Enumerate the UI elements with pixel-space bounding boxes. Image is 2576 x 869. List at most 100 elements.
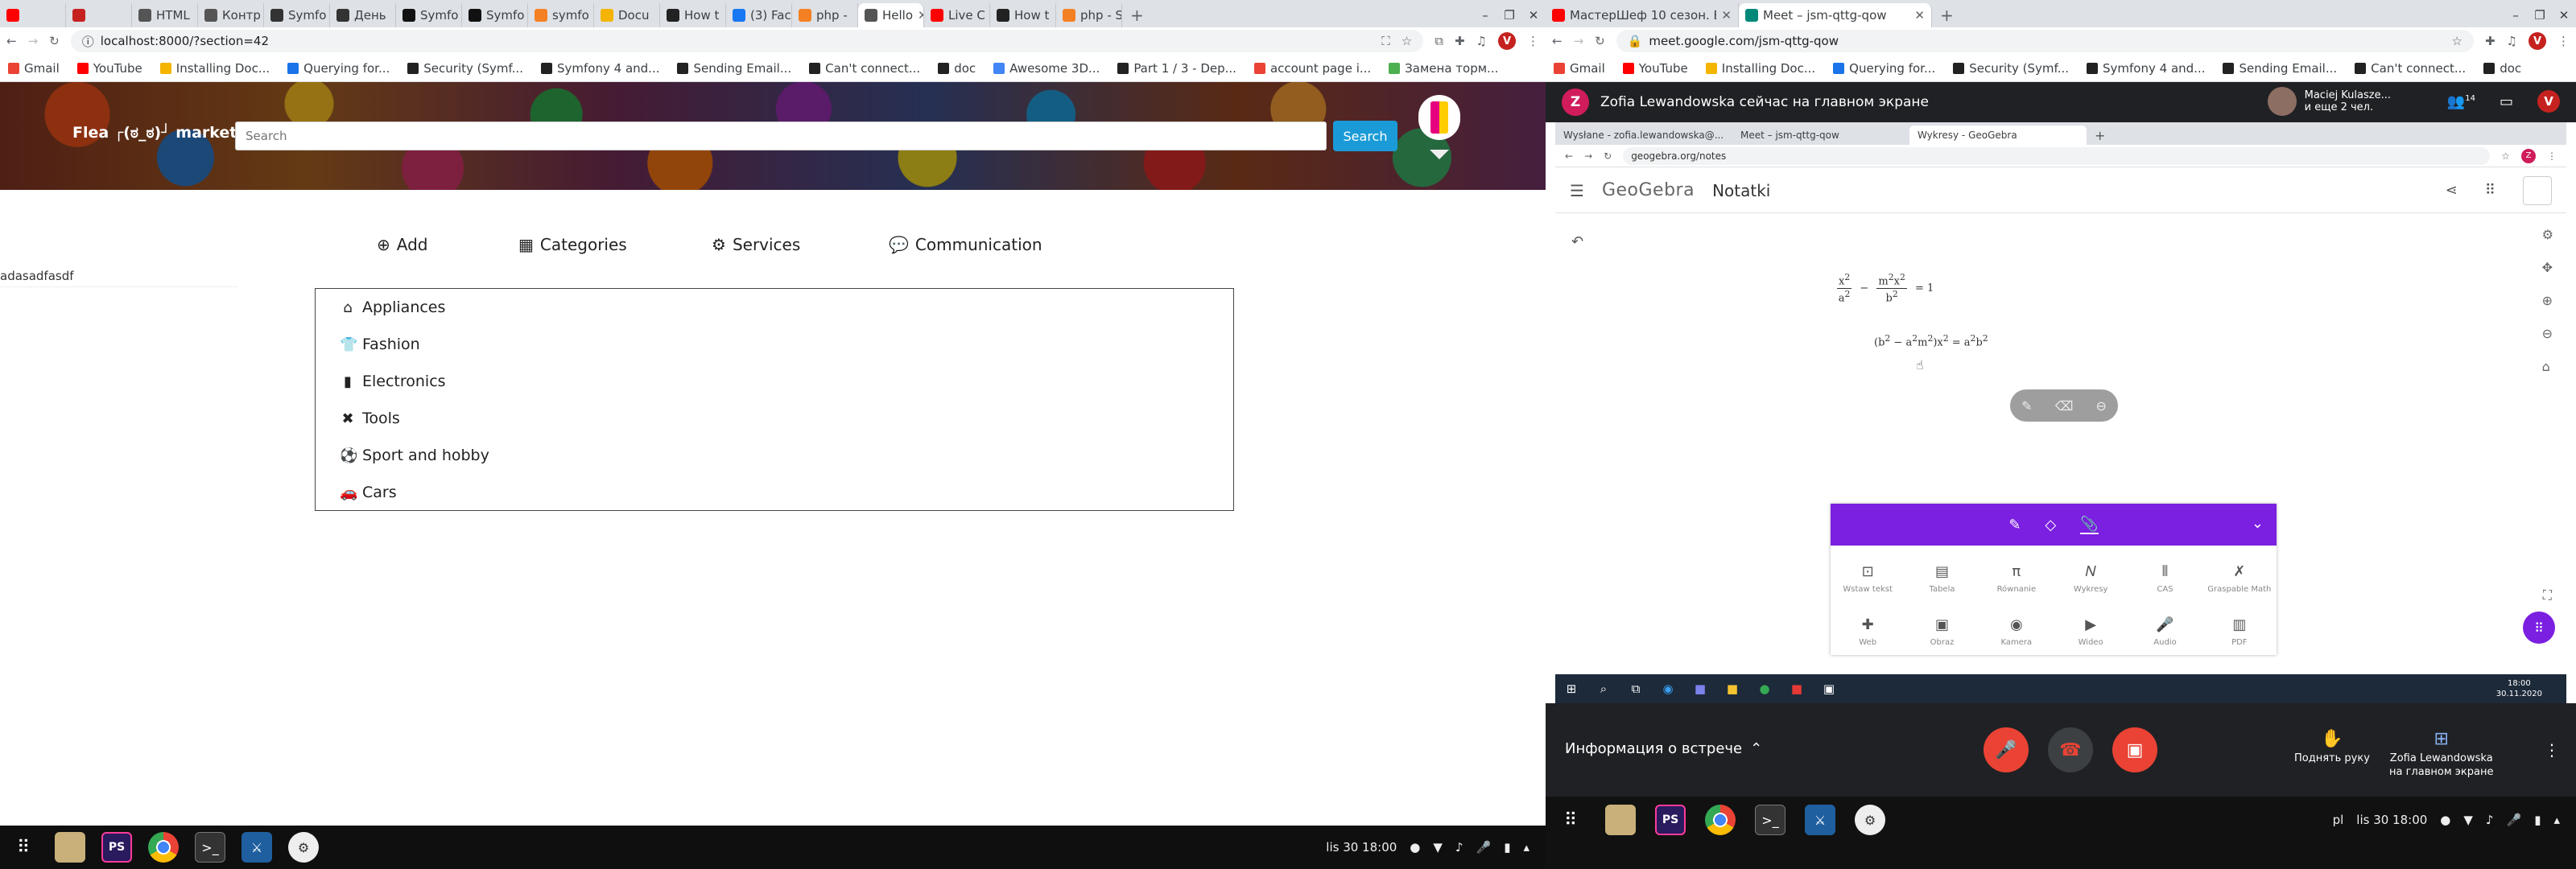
chrome-icon[interactable] xyxy=(148,832,179,863)
tray-caret-icon[interactable]: ▴ xyxy=(2553,813,2560,827)
category-item[interactable]: ✖ Tools xyxy=(340,410,399,427)
media-icon[interactable]: ♫ xyxy=(2507,34,2517,48)
bookmark-item[interactable]: account page i... xyxy=(1253,61,1371,76)
bookmark-item[interactable]: Installing Doc... xyxy=(1705,61,1815,76)
present-now-button[interactable]: ⊞ Zofia Lewandowska на главном экране xyxy=(2389,727,2493,780)
tab-close-icon[interactable]: ✕ xyxy=(913,8,923,23)
search-button[interactable]: Search xyxy=(1333,121,1397,151)
browser-tab[interactable]: МастерШеф 10 сезон. Вы ✕ xyxy=(1546,3,1739,27)
nav-item-add[interactable]: ⊕ Add xyxy=(377,235,428,254)
extensions-puzzle-icon[interactable]: ✚ xyxy=(1455,34,1465,48)
bookmark-item[interactable]: YouTube xyxy=(1622,61,1688,76)
browser-tab[interactable]: Symfo xyxy=(462,3,528,27)
new-tab-icon[interactable]: + xyxy=(1122,3,1152,27)
chat-icon[interactable]: ▭ xyxy=(2500,93,2513,110)
media-icon[interactable]: ♫ xyxy=(1476,34,1487,48)
tab-close-icon[interactable]: ✕ xyxy=(1716,8,1732,23)
left-address-bar[interactable]: ⓘ localhost:8000/?section=42 ⛶ ☆ xyxy=(70,30,1424,52)
minimize-icon[interactable]: – xyxy=(1473,8,1497,23)
bookmark-item[interactable]: Symfony 4 and... xyxy=(2087,61,2205,76)
participants-preview[interactable]: Maciej Kulasze... и еще 2 чел. xyxy=(2267,87,2391,116)
tray-caret-icon[interactable]: ▴ xyxy=(1523,840,1530,855)
close-icon[interactable]: ✕ xyxy=(1521,8,1546,23)
bookmark-item[interactable]: Querying for... xyxy=(1833,61,1935,76)
category-item[interactable]: 🚗 Cars xyxy=(340,484,397,501)
category-item[interactable]: 👕 Fashion xyxy=(340,336,420,353)
bookmark-item[interactable]: Can't connect... xyxy=(809,61,920,76)
forward-icon[interactable]: → xyxy=(28,34,39,48)
bookmark-item[interactable]: Gmail xyxy=(1554,61,1605,76)
bookmark-star-icon[interactable]: ☆ xyxy=(2452,34,2462,48)
browser-tab[interactable]: php - S xyxy=(1056,3,1122,27)
editor-icon[interactable]: ⚔ xyxy=(1805,805,1835,835)
category-item[interactable]: ⚽ Sport and hobby xyxy=(340,447,489,464)
browser-tab[interactable]: Docu xyxy=(594,3,660,27)
browser-tab[interactable]: Hello✕ xyxy=(858,3,924,27)
bookmark-item[interactable]: Querying for... xyxy=(287,61,390,76)
mic-icon[interactable]: 🎤 xyxy=(1476,840,1492,855)
translate-icon[interactable]: ⛶ xyxy=(1381,34,1390,48)
wifi-icon[interactable]: ▼ xyxy=(1433,840,1443,855)
bookmark-star-icon[interactable]: ☆ xyxy=(1402,34,1412,48)
bookmark-item[interactable]: Security (Symf... xyxy=(407,61,523,76)
tab-close-icon[interactable]: ✕ xyxy=(1909,8,1925,23)
user-logo[interactable] xyxy=(1418,95,1460,140)
site-brand[interactable]: Flea ┌(ಠ_ಠ)┘ market xyxy=(72,124,237,142)
keyboard-layout[interactable]: pl xyxy=(2333,813,2344,827)
category-item[interactable]: ⌂ Appliances xyxy=(340,299,445,316)
browser-tab[interactable] xyxy=(66,3,132,27)
right-clock[interactable]: lis 30 18:00 xyxy=(2356,813,2427,827)
right-address-bar[interactable]: 🔒 meet.google.com/jsm-qttg-qow ☆ xyxy=(1616,30,2474,52)
bookmark-item[interactable]: Awesome 3D... xyxy=(993,61,1100,76)
terminal-icon[interactable]: >_ xyxy=(1755,805,1785,835)
browser-tab[interactable]: HTML xyxy=(132,3,198,27)
browser-tab[interactable]: (3) Fac xyxy=(726,3,792,27)
meeting-details-button[interactable]: Информация о встрече ⌃ xyxy=(1565,740,1762,757)
apps-grid-icon[interactable]: ⠿ xyxy=(1555,805,1586,835)
close-icon[interactable]: ✕ xyxy=(2552,8,2576,23)
browser-tab[interactable]: Контр xyxy=(198,3,264,27)
self-avatar[interactable]: V xyxy=(2537,90,2560,113)
bookmark-item[interactable]: Can't connect... xyxy=(2355,61,2466,76)
mic-off-button[interactable]: 🎤 xyxy=(1984,727,2029,772)
browser-tab[interactable] xyxy=(0,3,66,27)
nav-item-services[interactable]: ⚙ Services xyxy=(712,235,800,254)
browser-tab[interactable]: How t xyxy=(990,3,1056,27)
left-clock[interactable]: lis 30 18:00 xyxy=(1326,840,1397,855)
files-icon[interactable] xyxy=(1605,805,1636,835)
lock-icon[interactable]: 🔒 xyxy=(1628,34,1643,48)
camera-off-button[interactable]: ▣ xyxy=(2112,727,2157,772)
browser-tab[interactable]: Symfo xyxy=(264,3,330,27)
horizontal-scrollbar[interactable] xyxy=(0,816,1546,826)
category-item[interactable]: ▮ Electronics xyxy=(340,373,446,390)
files-icon[interactable] xyxy=(55,832,85,863)
raise-hand-button[interactable]: ✋ Поднять руку xyxy=(2294,727,2370,765)
volume-icon[interactable]: ♪ xyxy=(2486,813,2494,827)
forward-icon[interactable]: → xyxy=(1574,34,1584,48)
terminal-icon[interactable]: >_ xyxy=(195,832,225,863)
menu-kebab-icon[interactable]: ⋮ xyxy=(2557,34,2570,48)
browser-tab[interactable]: php - xyxy=(792,3,858,27)
bookmark-item[interactable]: Symfony 4 and... xyxy=(541,61,659,76)
bookmark-item[interactable]: Part 1 / 3 - Dep... xyxy=(1117,61,1236,76)
leave-call-button[interactable]: ☎ xyxy=(2048,727,2093,772)
wifi-icon[interactable]: ▼ xyxy=(2463,813,2473,827)
extension-icon[interactable]: ⧉ xyxy=(1435,34,1443,48)
user-menu-caret-icon[interactable] xyxy=(1430,150,1449,159)
reload-icon[interactable]: ↻ xyxy=(1595,34,1605,48)
bookmark-item[interactable]: doc xyxy=(2483,61,2521,76)
battery-icon[interactable]: ▮ xyxy=(2534,813,2541,827)
restore-icon[interactable]: ❐ xyxy=(2528,8,2552,23)
browser-tab[interactable]: How t xyxy=(660,3,726,27)
menu-kebab-icon[interactable]: ⋮ xyxy=(1527,34,1539,48)
bookmark-item[interactable]: Замена торм... xyxy=(1389,61,1498,76)
chrome-icon[interactable] xyxy=(1705,805,1736,835)
minimize-icon[interactable]: – xyxy=(2504,8,2528,23)
bookmark-item[interactable]: YouTube xyxy=(76,61,142,76)
profile-avatar[interactable]: V xyxy=(2529,32,2546,50)
back-icon[interactable]: ← xyxy=(6,34,17,48)
settings-icon[interactable]: ⚙ xyxy=(1855,805,1885,835)
reload-icon[interactable]: ↻ xyxy=(49,34,60,48)
restore-icon[interactable]: ❐ xyxy=(1497,8,1521,23)
meet-more-icon[interactable]: ⋮ xyxy=(2544,740,2560,760)
